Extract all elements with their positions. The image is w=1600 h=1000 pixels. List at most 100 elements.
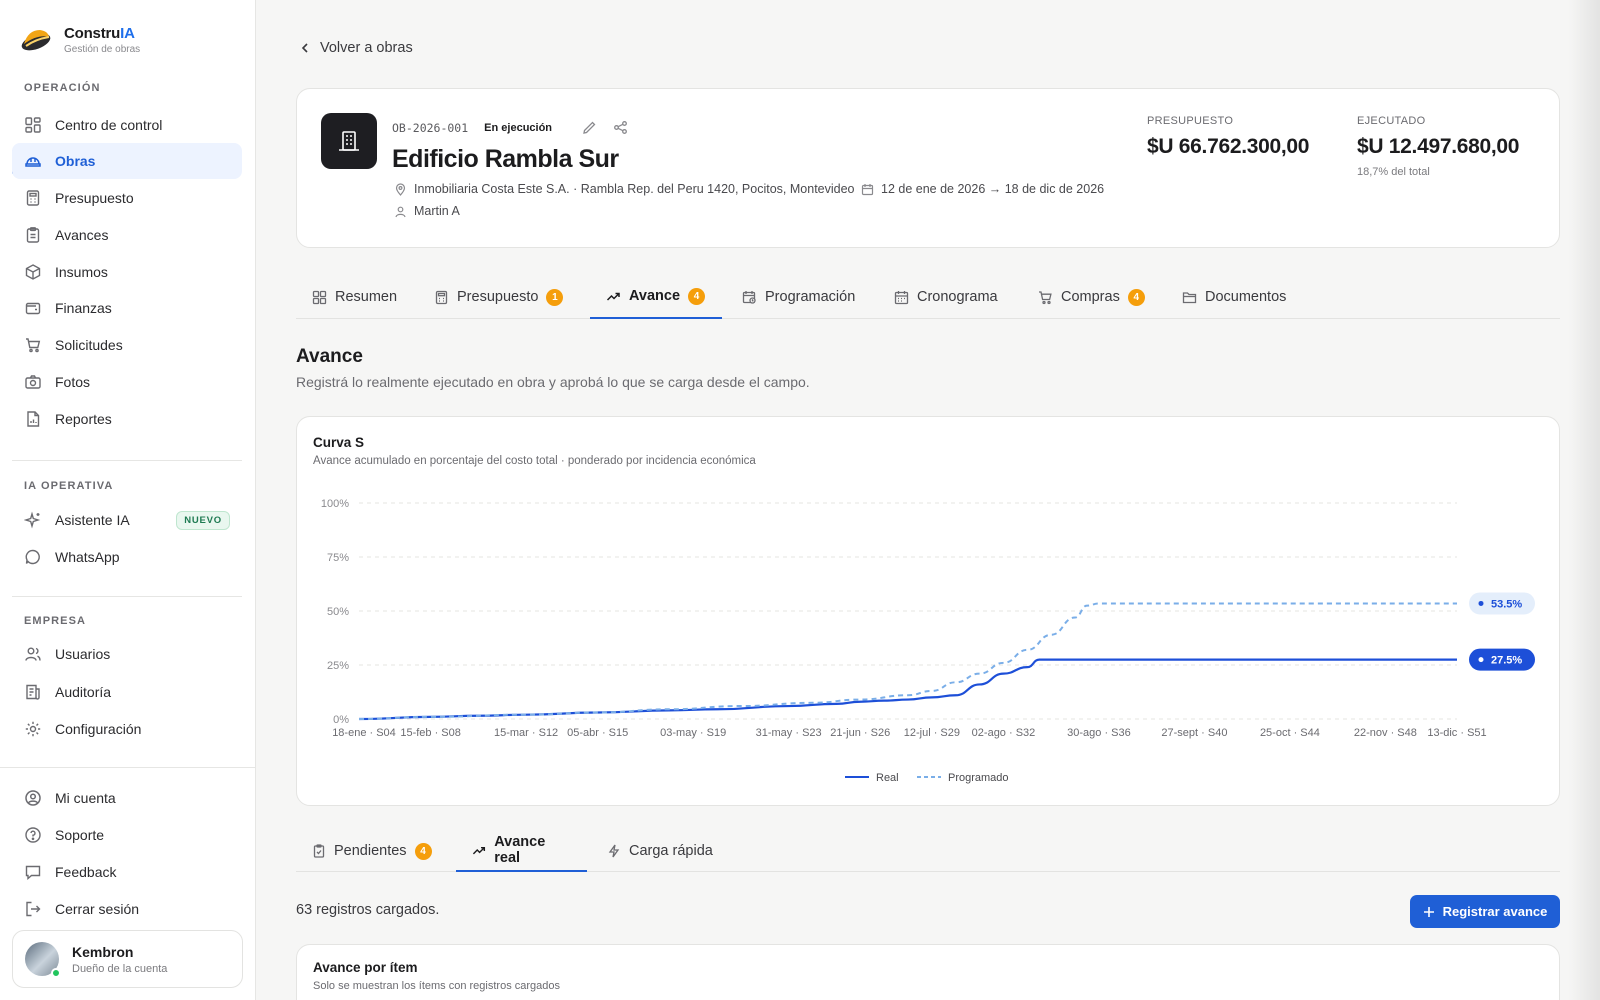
sidebar-divider [12, 596, 242, 597]
section-subtitle: Registrá lo realmente ejecutado en obra … [296, 374, 810, 390]
sidebar-item-cerrar-sesion[interactable]: Cerrar sesión [12, 891, 242, 927]
clipboard-check-icon [313, 844, 325, 858]
project-location: Inmobiliaria Costa Este S.A. · Rambla Re… [394, 182, 855, 196]
status-badge: En ejecución [484, 121, 553, 134]
sidebar-item-label: Avances [55, 227, 109, 243]
sidebar-item-auditoria[interactable]: Auditoría [12, 674, 242, 710]
wallet-icon [25, 302, 41, 315]
x-tick-label: 02-ago · S32 [972, 727, 1036, 739]
sidebar-divider [12, 460, 242, 461]
x-tick-label: 12-jul · S29 [904, 727, 960, 739]
register-progress-button[interactable]: Registrar avance [1410, 895, 1560, 928]
items-card-subtitle: Solo se muestran los ítems con registros… [313, 980, 561, 992]
sidebar-item-feedback[interactable]: Feedback [12, 854, 242, 890]
sidebar-item-solicitudes[interactable]: Solicitudes [12, 327, 242, 363]
subtab-label: Avance real [494, 834, 546, 866]
calculator-icon [435, 290, 448, 304]
project-manager: Martin A [394, 204, 460, 218]
x-tick-label: 05-abr · S15 [567, 727, 628, 739]
x-tick-label: 25-oct · S44 [1260, 727, 1320, 739]
calendar-icon [861, 183, 874, 195]
subtab-label: Pendientes [334, 843, 407, 859]
brand-name: ConstruIA [64, 25, 135, 42]
cart-icon [1039, 290, 1052, 304]
logout-icon [26, 901, 41, 917]
subtab-avance-real[interactable]: Avance real [456, 830, 587, 872]
x-tick-label: 15-feb · S08 [400, 727, 461, 739]
x-tick-label: 30-ago · S36 [1067, 727, 1131, 739]
sidebar-item-soporte[interactable]: Soporte [12, 817, 242, 853]
date-range: 12 de ene de 2026 → 18 de dic de 2026 [881, 182, 1105, 196]
sidebar-item-label: WhatsApp [55, 549, 120, 565]
sidebar-item-fotos[interactable]: Fotos [12, 364, 242, 400]
helmet-icon [25, 157, 41, 167]
edit-icon[interactable] [582, 120, 597, 135]
trend-icon [472, 846, 486, 854]
subtab-carga-rapida[interactable]: Carga rápida [591, 830, 729, 872]
sidebar-item-label: Fotos [55, 374, 91, 390]
calendar-clock-icon [742, 290, 756, 304]
sidebar-item-usuarios[interactable]: Usuarios [12, 636, 242, 672]
executed-percent: 18,7% del total [1357, 166, 1430, 178]
tab-presupuesto[interactable]: Presupuesto 1 [418, 275, 579, 319]
sidebar-item-mi-cuenta[interactable]: Mi cuenta [12, 780, 242, 816]
user-icon [395, 206, 406, 217]
back-link[interactable]: Volver a obras [298, 40, 413, 56]
y-tick-label: 0% [333, 714, 349, 726]
project-code: OB-2026-001 [392, 120, 469, 135]
share-icon[interactable] [613, 120, 628, 135]
box-icon [25, 264, 41, 280]
back-link-label: Volver a obras [320, 40, 413, 56]
items-card-title: Avance por ítem [313, 960, 418, 975]
avance-subtabs: Pendientes 4 Avance real Carga rápida [296, 830, 1560, 872]
x-tick-label: 03-may · S19 [660, 727, 726, 739]
legend-label: Real [876, 772, 899, 784]
sidebar-item-whatsapp[interactable]: WhatsApp [12, 539, 242, 575]
audit-icon [26, 684, 40, 700]
x-tick-label: 21-jun · S26 [830, 727, 890, 739]
tab-label: Avance [629, 288, 681, 304]
tab-avance[interactable]: Avance 4 [590, 275, 722, 319]
sidebar: ConstruIA Gestión de obras OPERACIÓN Cen… [0, 0, 256, 1000]
section-title: Avance [296, 346, 363, 367]
subtab-label: Carga rápida [629, 843, 713, 859]
tab-label: Cronograma [917, 289, 998, 305]
end-label-dot [1478, 657, 1484, 663]
sidebar-item-reportes[interactable]: Reportes [12, 401, 242, 437]
sidebar-item-presupuesto[interactable]: Presupuesto [12, 180, 242, 216]
sidebar-item-label: Asistente IA [55, 512, 130, 528]
sidebar-item-centro-de-control[interactable]: Centro de control [12, 107, 242, 143]
report-icon [27, 411, 40, 427]
sparkle-icon [24, 511, 41, 529]
tab-programacion[interactable]: Programación [726, 275, 871, 319]
tab-compras[interactable]: Compras 4 [1022, 275, 1161, 319]
sidebar-item-label: Centro de control [55, 117, 163, 133]
users-icon [25, 647, 41, 661]
tab-cronograma[interactable]: Cronograma [878, 275, 1014, 319]
sidebar-item-label: Presupuesto [55, 190, 134, 206]
y-tick-label: 100% [321, 498, 349, 510]
tab-documentos[interactable]: Documentos [1166, 275, 1302, 319]
trend-icon [606, 292, 620, 301]
subtab-pendientes[interactable]: Pendientes 4 [296, 830, 448, 872]
avatar [25, 942, 61, 978]
calendar-icon [894, 290, 909, 304]
tab-resumen[interactable]: Resumen [296, 275, 413, 319]
message-icon [25, 865, 41, 881]
budget-label: PRESUPUESTO [1147, 115, 1234, 127]
location-pin-icon [395, 182, 406, 196]
end-label-value: 53.5% [1491, 598, 1522, 610]
brand[interactable]: ConstruIA Gestión de obras [18, 22, 140, 58]
register-button-label: Registrar avance [1442, 904, 1548, 919]
sidebar-item-obras[interactable]: Obras [12, 143, 242, 179]
dashboard-icon [25, 117, 41, 133]
sidebar-item-asistente-ia[interactable]: Asistente IA NUEVO [12, 502, 242, 538]
user-card[interactable]: Kembron Dueño de la cuenta [12, 930, 243, 988]
section-label-empresa: EMPRESA [24, 615, 87, 627]
end-label-dot [1478, 600, 1484, 606]
sidebar-item-avances[interactable]: Avances [12, 217, 242, 253]
sidebar-item-insumos[interactable]: Insumos [12, 254, 242, 290]
sidebar-item-finanzas[interactable]: Finanzas [12, 290, 242, 326]
sidebar-item-configuracion[interactable]: Configuración [12, 711, 242, 747]
tab-count-badge: 4 [1127, 288, 1145, 306]
